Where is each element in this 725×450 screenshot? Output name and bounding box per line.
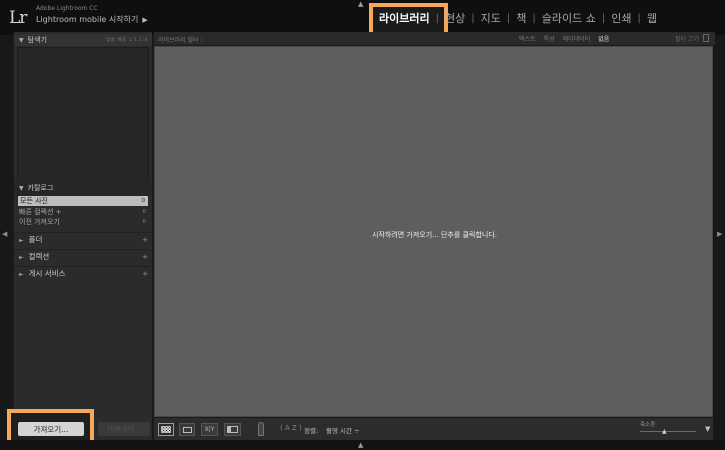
expand-left-icon[interactable]: ◀ <box>2 230 7 238</box>
publish-services-label: 게시 서비스 <box>28 269 66 278</box>
catalog-item-count: 0 <box>142 219 147 225</box>
module-map[interactable]: 지도 <box>475 10 507 26</box>
module-slideshow[interactable]: 슬라이드 쇼 <box>536 10 602 26</box>
triangle-right-icon: ► <box>19 254 24 261</box>
photo-grid[interactable]: 시작하려면 가져오기... 단추를 클릭합니다. <box>154 46 713 417</box>
navigator-label: 탐색기 <box>27 36 47 44</box>
filter-off-control[interactable]: 필터 끄기 <box>675 34 709 43</box>
catalog-item-label: 모든 사진 <box>20 197 48 205</box>
library-filter-label: 라이브러리 필터 : <box>158 37 203 44</box>
toolbar-menu-icon[interactable]: ▼ <box>705 425 710 433</box>
triangle-down-icon: ▼ <box>19 36 24 44</box>
thumbnail-size-label: 축소판 <box>640 422 656 428</box>
library-filter-bar: 라이브러리 필터 : 텍스트 특성 메타데이터 없음 필터 끄기 <box>154 32 715 45</box>
filter-metadata[interactable]: 메타데이터 <box>563 34 591 43</box>
grid-view-glyph <box>161 426 171 433</box>
bottom-toolbar: X|Y ( A Z ) 정렬: 촬영 시간 ÷ 축소판 ▲ ▼ <box>154 417 713 440</box>
filter-text[interactable]: 텍스트 <box>519 34 536 43</box>
module-book[interactable]: 책 <box>510 10 532 26</box>
module-develop[interactable]: 현상 <box>439 10 471 26</box>
add-collection-icon[interactable]: + <box>142 253 148 261</box>
import-button[interactable]: 가져오기... <box>18 422 84 436</box>
navigator-zoom-options[interactable]: 맞춤 채움 1:1 1:4 <box>106 37 148 43</box>
catalog-item-count: 0 <box>141 198 146 204</box>
navigator-preview[interactable] <box>17 47 149 197</box>
catalog-item-label: 이전 가져오기 <box>19 218 60 226</box>
add-folder-icon[interactable]: + <box>142 236 148 244</box>
sort-dropdown[interactable]: 촬영 시간 ÷ <box>326 425 360 435</box>
module-picker: 라이브러리 | 현상 | 지도 | 책 | 슬라이드 쇼 | 인쇄 | 웹 <box>373 5 663 31</box>
triangle-right-icon: ► <box>19 271 24 278</box>
expand-right-icon[interactable]: ▶ <box>717 230 722 238</box>
empty-grid-message: 시작하려면 가져오기... 단추를 클릭합니다. <box>371 231 498 239</box>
lightroom-mobile-label: Lightroom mobile 시작하기 <box>36 15 139 24</box>
loupe-view-glyph <box>182 427 192 433</box>
thumbnail-size-slider[interactable] <box>640 431 696 432</box>
filter-options: 텍스트 특성 메타데이터 없음 <box>519 34 609 43</box>
triangle-right-icon: ► <box>19 237 24 244</box>
right-edge-bar[interactable]: ▶ <box>713 35 725 440</box>
folders-section[interactable]: ► 폴더 + <box>14 232 152 246</box>
catalog-label: 카탈로그 <box>27 184 54 192</box>
painter-spray-icon[interactable] <box>258 422 264 436</box>
catalog-list: 모든 사진 0 빠른 컬렉션 + 0 이전 가져오기 0 <box>14 195 152 227</box>
brand-label: Adobe Lightroom CC <box>36 5 98 12</box>
grid-view-icon[interactable] <box>158 423 174 436</box>
catalog-header[interactable]: ▼ 카탈로그 <box>14 182 152 194</box>
module-web[interactable]: 웹 <box>641 10 663 26</box>
catalog-item-previous-import[interactable]: 이전 가져오기 0 <box>14 217 152 227</box>
triangle-down-icon: ▼ <box>19 184 24 192</box>
sort-label: 정렬: <box>304 427 319 435</box>
left-edge-bar[interactable]: ◀ <box>0 35 12 440</box>
lightroom-mobile-link[interactable]: Lightroom mobile 시작하기 ▶ <box>36 14 148 25</box>
catalog-item-label: 빠른 컬렉션 + <box>19 208 62 216</box>
filter-off-label: 필터 끄기 <box>675 36 699 43</box>
lightroom-logo: Lr <box>9 8 27 28</box>
catalog-item-quick-collection[interactable]: 빠른 컬렉션 + 0 <box>14 207 152 217</box>
filter-none[interactable]: 없음 <box>598 34 609 43</box>
lock-icon[interactable] <box>703 34 709 42</box>
catalog-item-all-photos[interactable]: 모든 사진 0 <box>18 196 148 206</box>
survey-view-glyph <box>227 426 238 433</box>
play-arrow-icon: ▶ <box>142 15 148 24</box>
left-panel: ▼ 탐색기 맞춤 채움 1:1 1:4 ▼ 카탈로그 모든 사진 0 빠른 컬렉… <box>14 32 152 442</box>
top-bar: Lr Adobe Lightroom CC Lightroom mobile 시… <box>0 0 725 37</box>
folders-label: 폴더 <box>28 235 43 244</box>
export-button[interactable]: 내보내기... <box>98 422 150 436</box>
module-library[interactable]: 라이브러리 <box>373 10 436 26</box>
collapse-bottom-panel-icon[interactable]: ▲ <box>358 441 363 449</box>
compare-view-icon[interactable]: X|Y <box>201 423 218 436</box>
navigator-header[interactable]: ▼ 탐색기 맞춤 채움 1:1 1:4 <box>14 34 152 46</box>
module-print[interactable]: 인쇄 <box>605 10 637 26</box>
loupe-view-icon[interactable] <box>179 423 195 436</box>
catalog-item-count: 0 <box>142 209 147 215</box>
survey-view-icon[interactable] <box>224 423 241 436</box>
bottom-filmstrip-bar: ▲ <box>0 440 725 450</box>
collections-section[interactable]: ► 컬렉션 + <box>14 249 152 263</box>
add-publish-service-icon[interactable]: + <box>142 270 148 278</box>
collapse-top-panel-icon[interactable]: ▲ <box>358 0 363 8</box>
collections-label: 컬렉션 <box>28 252 50 261</box>
filter-attribute[interactable]: 특성 <box>544 34 555 43</box>
slider-knob-icon[interactable]: ▲ <box>662 428 667 435</box>
sort-direction-icon[interactable]: ( A Z ) <box>280 424 302 432</box>
publish-services-section[interactable]: ► 게시 서비스 + <box>14 266 152 280</box>
